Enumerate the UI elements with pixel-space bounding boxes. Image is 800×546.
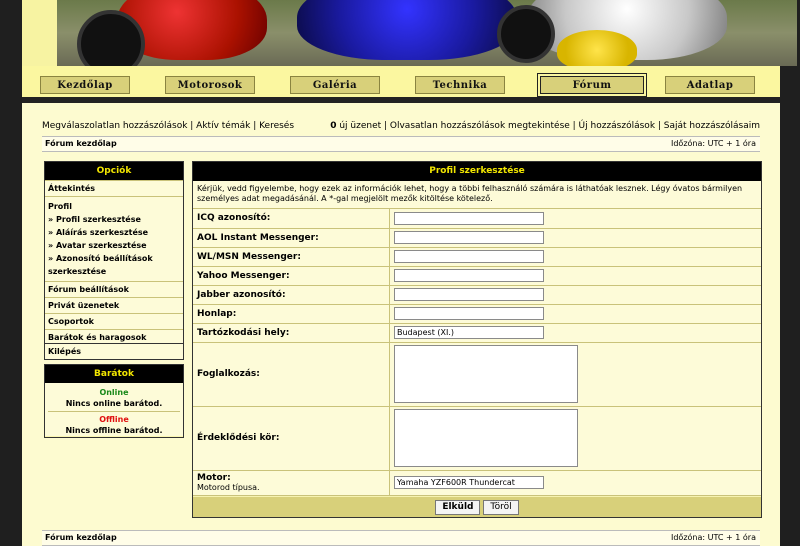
website-label: Honlap: [193, 304, 390, 324]
footer-timezone: Időzóna: UTC + 1 óra [670, 533, 756, 542]
forum-quick-links: Megválaszolatlan hozzászólások | Aktív t… [42, 121, 760, 131]
friends-box: Barátok Online Nincs online barátod. Off… [44, 364, 184, 438]
nav-adatlap[interactable]: Adatlap [665, 76, 755, 94]
site-header: Kezdőlap Motorosok Galéria Technika Fóru… [22, 0, 797, 103]
offline-label: Offline [99, 415, 129, 424]
aol-input[interactable] [394, 231, 544, 244]
icq-input[interactable] [394, 211, 544, 225]
blue-motorcycle-image [297, 0, 517, 60]
nav-galeria[interactable]: Galéria [290, 76, 380, 94]
sidebar-item-private-messages[interactable]: Privát üzenetek [45, 297, 183, 313]
nav-forum[interactable]: Fórum [537, 73, 647, 97]
online-label: Online [99, 388, 129, 397]
footer-breadcrumb[interactable]: Fórum kezdőlap [45, 531, 117, 545]
breadcrumb-bar: Fórum kezdőlap Időzóna: UTC + 1 óra [42, 136, 760, 152]
wheel-image [497, 5, 555, 63]
main-content: Megválaszolatlan hozzászólások | Aktív t… [22, 103, 780, 546]
timezone-label: Időzóna: UTC + 1 óra [670, 139, 756, 148]
wlm-input[interactable] [394, 250, 544, 263]
sidebar-item-groups[interactable]: Csoportok [45, 313, 183, 329]
logout-link[interactable]: Kilépés [45, 344, 183, 359]
header-banner-image [57, 0, 797, 66]
panel-title: Profil szerkesztése [193, 162, 761, 181]
sidebar-item-overview[interactable]: Áttekintés [45, 180, 183, 196]
motor-label: Motor: [197, 473, 231, 483]
wlm-label: WL/MSN Messenger: [193, 247, 390, 267]
aol-label: AOL Instant Messenger: [193, 228, 390, 248]
nav-motorosok[interactable]: Motorosok [165, 76, 255, 94]
logout-box: Kilépés [44, 343, 184, 360]
nav-kezdolap[interactable]: Kezdőlap [40, 76, 130, 94]
website-input[interactable] [394, 307, 544, 320]
occupation-label: Foglalkozás: [193, 342, 390, 407]
occupation-textarea[interactable] [394, 345, 578, 403]
location-input[interactable]: Budapest (XI.) [394, 326, 544, 339]
quick-links-left[interactable]: Megválaszolatlan hozzászólások | Aktív t… [42, 121, 294, 131]
options-title: Opciók [45, 162, 183, 180]
sidebar-profile-group: Profil » Profil szerkesztése » Aláírás s… [45, 196, 183, 281]
options-box: Opciók Áttekintés Profil » Profil szerke… [44, 161, 184, 360]
motor-label-cell: Motor: Motorod típusa. [193, 470, 390, 496]
sidebar-item-edit-avatar[interactable]: » Avatar szerkesztése [48, 239, 180, 252]
sidebar-item-profile[interactable]: Profil [48, 200, 180, 213]
submit-button[interactable]: Elküld [435, 500, 481, 515]
interests-label: Érdeklődési kör: [193, 406, 390, 471]
profile-form: ICQ azonosító: AOL Instant Messenger: WL… [193, 209, 761, 496]
jabber-label: Jabber azonosító: [193, 285, 390, 305]
yahoo-input[interactable] [394, 269, 544, 282]
offline-friends-text: Nincs offline barátod. [65, 426, 163, 435]
reset-button[interactable]: Töröl [483, 500, 519, 515]
interests-textarea[interactable] [394, 409, 578, 467]
privacy-note: Kérjük, vedd figyelembe, hogy ezek az in… [193, 181, 761, 209]
breadcrumb[interactable]: Fórum kezdőlap [45, 137, 117, 151]
icq-label: ICQ azonosító: [193, 209, 390, 229]
motor-sublabel: Motorod típusa. [197, 483, 260, 492]
quick-links-right[interactable]: 0 új üzenet | Olvasatlan hozzászólások m… [330, 121, 760, 131]
yahoo-label: Yahoo Messenger: [193, 266, 390, 286]
online-friends-text: Nincs online barátod. [65, 399, 163, 408]
yellow-motorcycle-image [557, 30, 637, 66]
sidebar-item-edit-profile[interactable]: » Profil szerkesztése [48, 213, 180, 226]
main-navigation: Kezdőlap Motorosok Galéria Technika Fóru… [22, 66, 780, 103]
profile-edit-panel: Profil szerkesztése Kérjük, vedd figyele… [192, 161, 762, 518]
nav-technika[interactable]: Technika [415, 76, 505, 94]
jabber-input[interactable] [394, 288, 544, 301]
sidebar-item-forum-settings[interactable]: Fórum beállítások [45, 281, 183, 297]
friends-title: Barátok [45, 365, 183, 383]
sidebar-item-edit-signature[interactable]: » Aláírás szerkesztése [48, 226, 180, 239]
footer-bar: Fórum kezdőlap Időzóna: UTC + 1 óra [42, 530, 760, 546]
location-label: Tartózkodási hely: [193, 323, 390, 343]
sidebar-item-edit-account[interactable]: » Azonosító beállítások szerkesztése [48, 252, 180, 278]
form-button-row: Elküld Töröl [193, 497, 761, 517]
motor-input[interactable]: Yamaha YZF600R Thundercat [394, 476, 544, 489]
